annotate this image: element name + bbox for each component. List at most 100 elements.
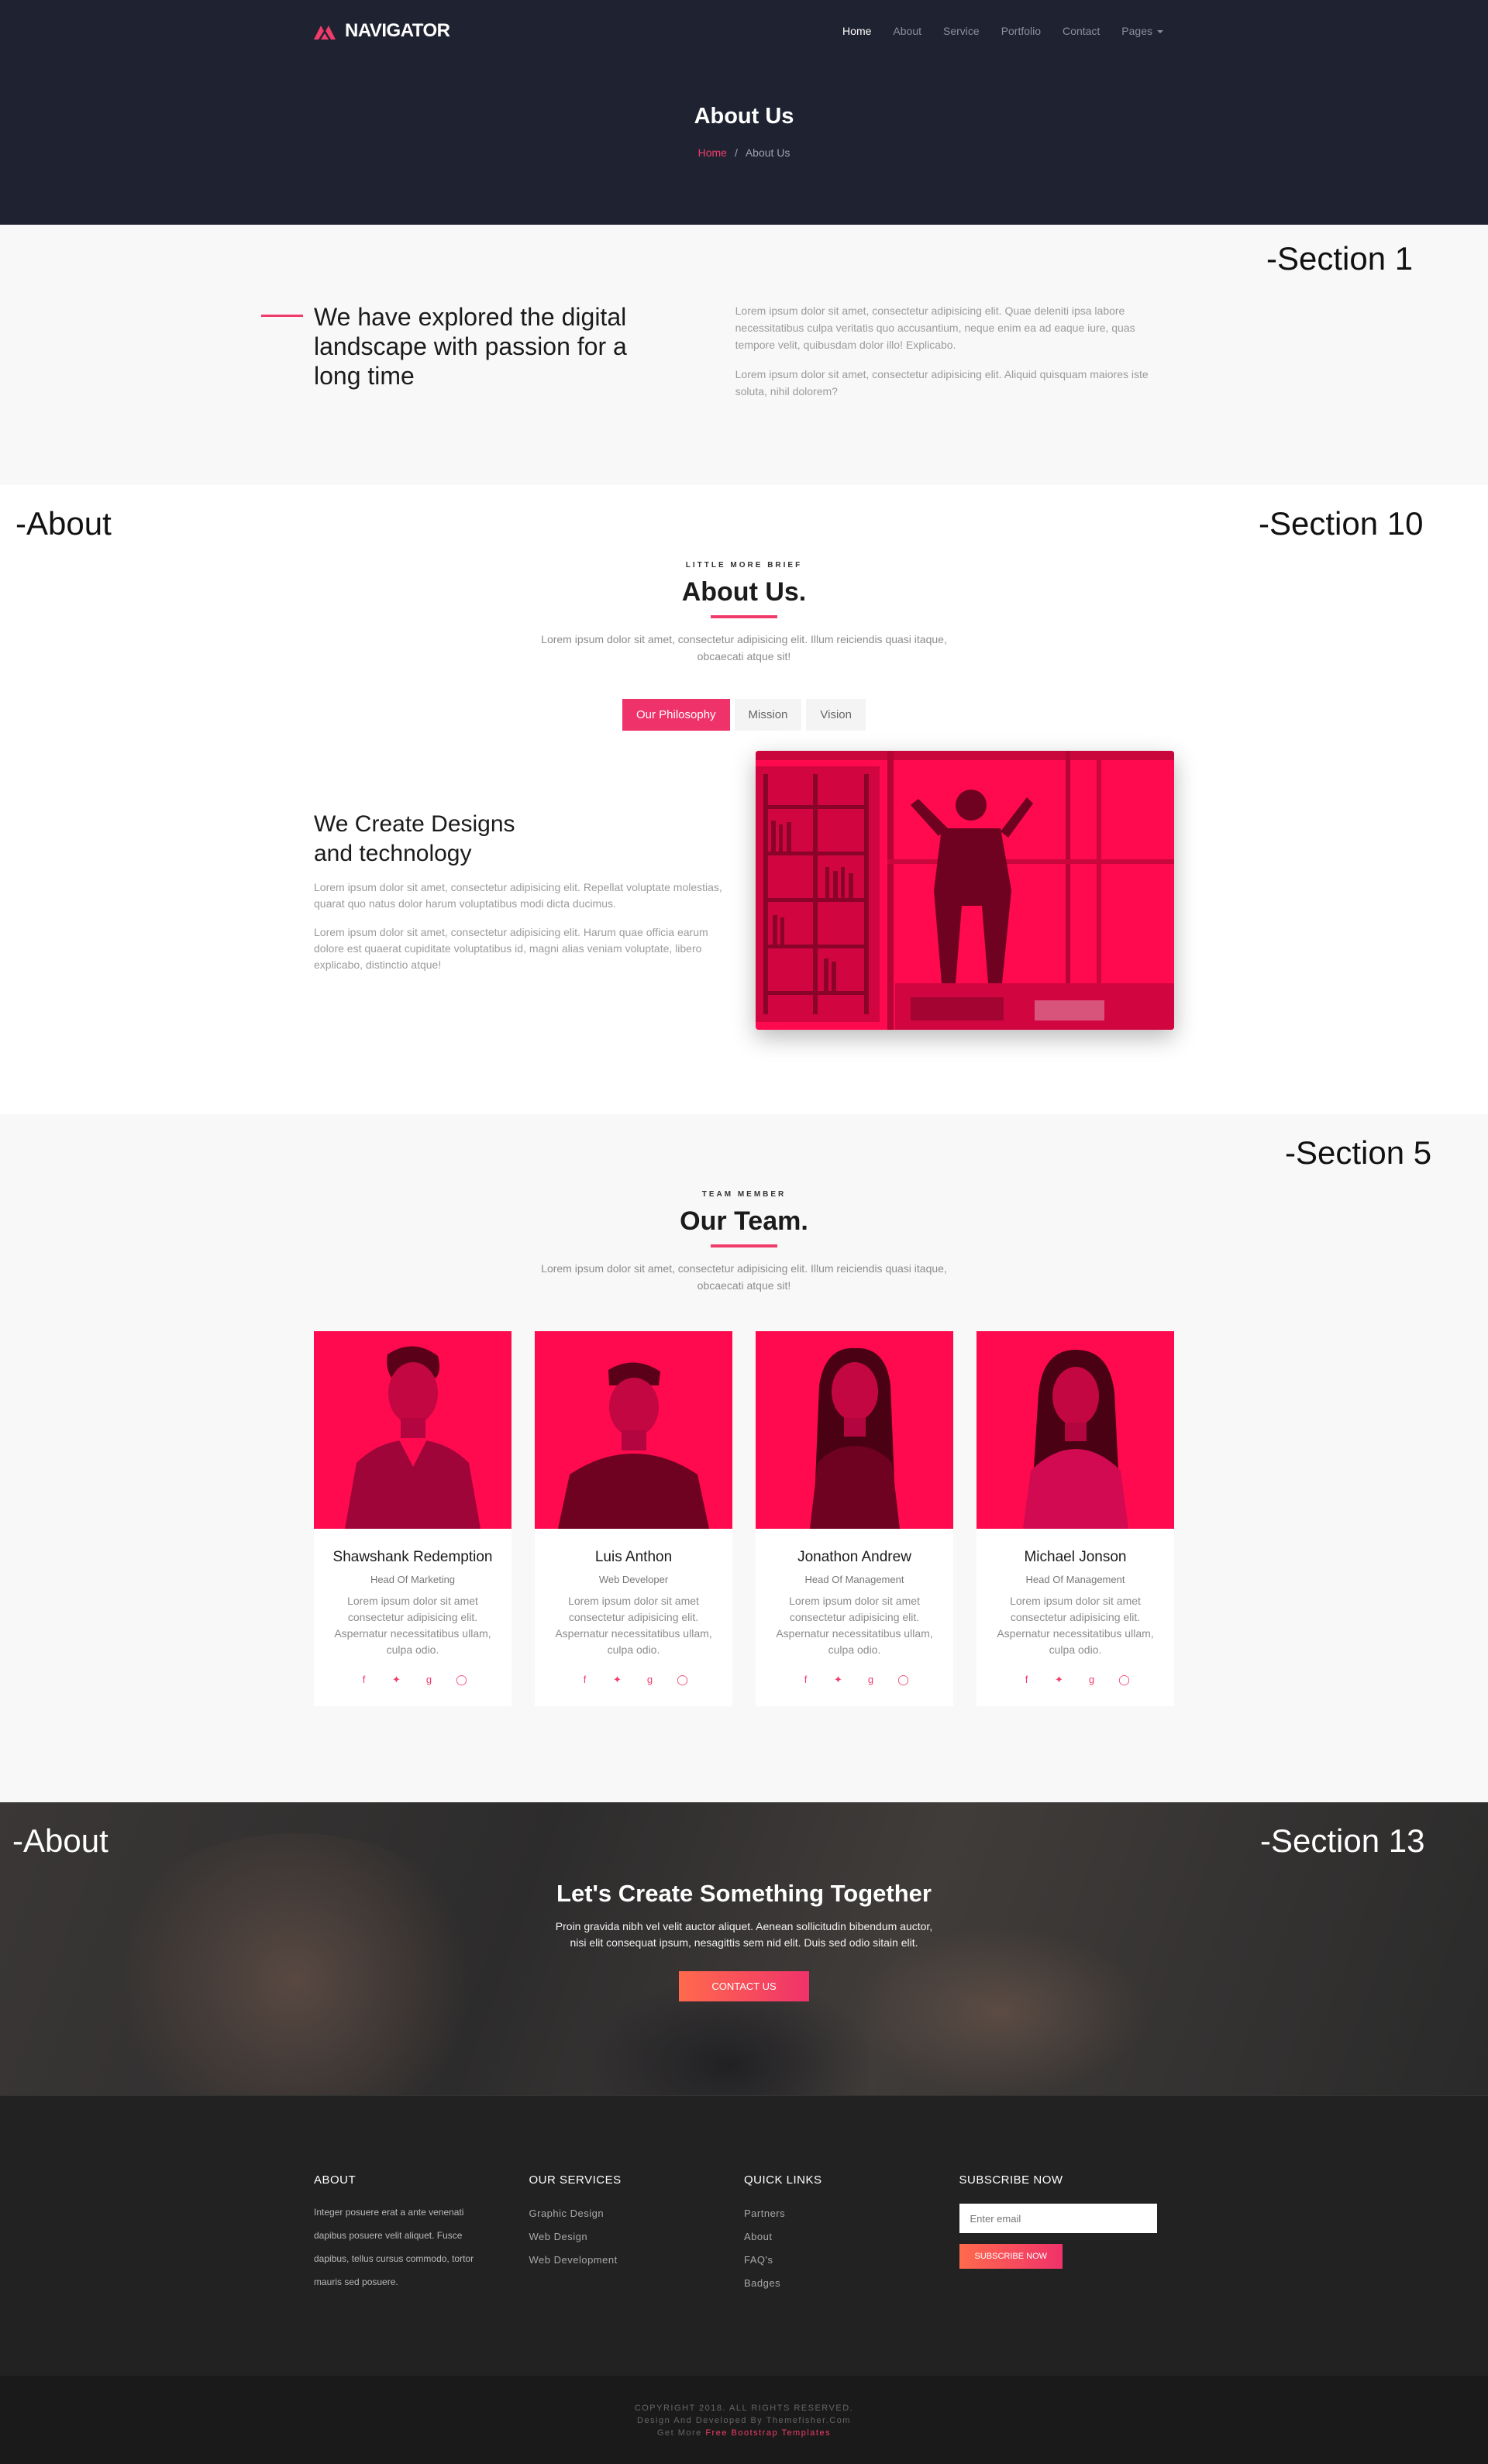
team-lead: Lorem ipsum dolor sit amet, consectetur … (541, 1262, 947, 1292)
about-lead: Lorem ipsum dolor sit amet, consectetur … (541, 633, 947, 662)
facebook-icon[interactable]: f (799, 1674, 813, 1686)
nav-about[interactable]: About (882, 25, 932, 37)
member-role: Head Of Management (804, 1574, 904, 1585)
twitter-icon[interactable]: ✦ (832, 1674, 846, 1686)
footer-about-title: ABOUT (314, 2173, 356, 2187)
person-portrait-illustration (976, 1331, 1174, 1529)
footer-link[interactable]: Web Design (529, 2225, 745, 2249)
navbar: NAVIGATOR Home About Service Portfolio C… (314, 0, 1174, 62)
google-plus-icon[interactable]: g (864, 1674, 878, 1686)
intro-heading: We have explored the digital landscape w… (314, 303, 627, 390)
google-plus-icon[interactable]: g (643, 1674, 657, 1686)
free-templates-link[interactable]: Free Bootstrap Templates (705, 2428, 831, 2438)
team-grid: Shawshank Redemption Head Of Marketing L… (314, 1331, 1174, 1706)
team-card: Luis Anthon Web Developer Lorem ipsum do… (535, 1331, 732, 1706)
member-name: Luis Anthon (594, 1549, 673, 1565)
team-card: Michael Jonson Head Of Management Lorem … (976, 1331, 1174, 1706)
footer-services: OUR SERVICES Graphic Design Web Design W… (529, 2173, 745, 2295)
title-underline (711, 615, 777, 618)
title-underline (711, 1244, 777, 1247)
contact-us-button[interactable]: CONTACT US (679, 1971, 809, 2001)
about-paragraph: Lorem ipsum dolor sit amet, consectetur … (314, 926, 708, 971)
intro-paragraph: Lorem ipsum dolor sit amet, consectetur … (735, 305, 1135, 351)
social-links: f ✦ g ◯ (770, 1674, 939, 1686)
breadcrumb-home[interactable]: Home (698, 146, 727, 159)
footer-link[interactable]: Badges (744, 2272, 959, 2295)
about-title: About Us. (681, 577, 807, 607)
member-name: Shawshank Redemption (332, 1549, 493, 1565)
team-member-photo (535, 1331, 732, 1529)
twitter-icon[interactable]: ✦ (390, 1674, 404, 1686)
facebook-icon[interactable]: f (357, 1674, 371, 1686)
footer-quick-links: QUICK LINKS Partners About FAQ's Badges (744, 2173, 959, 2295)
twitter-icon[interactable]: ✦ (611, 1674, 625, 1686)
team-kicker: TEAM MEMBER (701, 1190, 787, 1199)
team-member-photo (314, 1331, 512, 1529)
chevron-down-icon (1157, 30, 1163, 34)
subscribe-button[interactable]: SUBSCRIBE NOW (959, 2244, 1063, 2269)
nav-service[interactable]: Service (932, 25, 990, 37)
about-subheading-line1: We Create Designs (314, 811, 515, 837)
about-tabs: Our Philosophy Mission Vision (314, 699, 1174, 731)
google-plus-icon[interactable]: g (422, 1674, 436, 1686)
google-plus-icon[interactable]: g (1085, 1674, 1099, 1686)
social-links: f ✦ g ◯ (549, 1674, 718, 1686)
tab-vision[interactable]: Vision (806, 699, 866, 731)
team-heading-group: TEAM MEMBER Our Team. Lorem ipsum dolor … (314, 1114, 1174, 1294)
breadcrumb: Home / About Us (314, 146, 1174, 159)
nav-pages-dropdown[interactable]: Pages (1111, 25, 1174, 37)
facebook-icon[interactable]: f (578, 1674, 592, 1686)
team-section: -Section 5 TEAM MEMBER Our Team. Lorem i… (0, 1114, 1488, 1802)
accent-divider (261, 315, 303, 317)
footer-link[interactable]: FAQ's (744, 2249, 959, 2272)
person-portrait-illustration (756, 1331, 953, 1529)
nav-portfolio[interactable]: Portfolio (990, 25, 1052, 37)
intro-left: We have explored the digital landscape w… (261, 302, 658, 412)
section-annotation: -Section 10 (1259, 505, 1424, 542)
twitter-icon[interactable]: ✦ (1052, 1674, 1066, 1686)
person-portrait-illustration (535, 1331, 732, 1529)
cta-title: Let's Create Something Together (556, 1880, 932, 1907)
person-portrait-illustration (314, 1331, 512, 1529)
footer-link[interactable]: Partners (744, 2202, 959, 2225)
about-subheading: We Create Designs and technology (314, 810, 732, 869)
tab-mission[interactable]: Mission (734, 699, 802, 731)
pinterest-icon[interactable]: ◯ (455, 1674, 469, 1686)
nav-contact[interactable]: Contact (1052, 25, 1111, 37)
member-bio: Lorem ipsum dolor sit amet consectetur a… (997, 1595, 1154, 1656)
footer-link[interactable]: About (744, 2225, 959, 2249)
member-bio: Lorem ipsum dolor sit amet consectetur a… (776, 1595, 933, 1656)
section-annotation: -Section 5 (1285, 1134, 1432, 1171)
member-name: Jonathon Andrew (797, 1549, 911, 1565)
email-field[interactable] (959, 2204, 1157, 2233)
pinterest-icon[interactable]: ◯ (676, 1674, 690, 1686)
breadcrumb-separator: / (734, 146, 738, 159)
footer-subscribe-title: SUBSCRIBE NOW (959, 2173, 1063, 2187)
office-photo-illustration (756, 751, 1174, 1030)
breadcrumb-current: About Us (745, 146, 790, 159)
social-links: f ✦ g ◯ (328, 1674, 498, 1686)
intro-paragraph: Lorem ipsum dolor sit amet, consectetur … (735, 368, 1149, 397)
footer-link[interactable]: Graphic Design (529, 2202, 745, 2225)
about-text: We Create Designs and technology Lorem i… (314, 751, 732, 1030)
footer-link[interactable]: Web Development (529, 2249, 745, 2272)
pinterest-icon[interactable]: ◯ (897, 1674, 911, 1686)
tab-our-philosophy[interactable]: Our Philosophy (622, 699, 730, 731)
about-kicker: LITTLE MORE BRIEF (685, 561, 803, 570)
facebook-icon[interactable]: f (1020, 1674, 1034, 1686)
logo-text: NAVIGATOR (345, 20, 450, 41)
member-bio: Lorem ipsum dolor sit amet consectetur a… (334, 1595, 491, 1656)
page-header: NAVIGATOR Home About Service Portfolio C… (0, 0, 1488, 225)
cta-text: Proin gravida nibh vel velit auctor aliq… (555, 1920, 933, 1949)
about-paragraph: Lorem ipsum dolor sit amet, consectetur … (314, 881, 722, 910)
nav-home[interactable]: Home (832, 25, 882, 37)
about-heading-group: LITTLE MORE BRIEF About Us. Lorem ipsum … (314, 561, 1174, 665)
logo[interactable]: NAVIGATOR (314, 20, 450, 42)
footer-links-title: QUICK LINKS (744, 2173, 822, 2187)
logo-mark-icon (314, 26, 336, 40)
pinterest-icon[interactable]: ◯ (1118, 1674, 1132, 1686)
member-name: Michael Jonson (1024, 1549, 1127, 1565)
member-role: Head Of Marketing (370, 1574, 456, 1585)
intro-right: Lorem ipsum dolor sit amet, consectetur … (720, 302, 1174, 412)
member-role: Head Of Management (1025, 1574, 1125, 1585)
